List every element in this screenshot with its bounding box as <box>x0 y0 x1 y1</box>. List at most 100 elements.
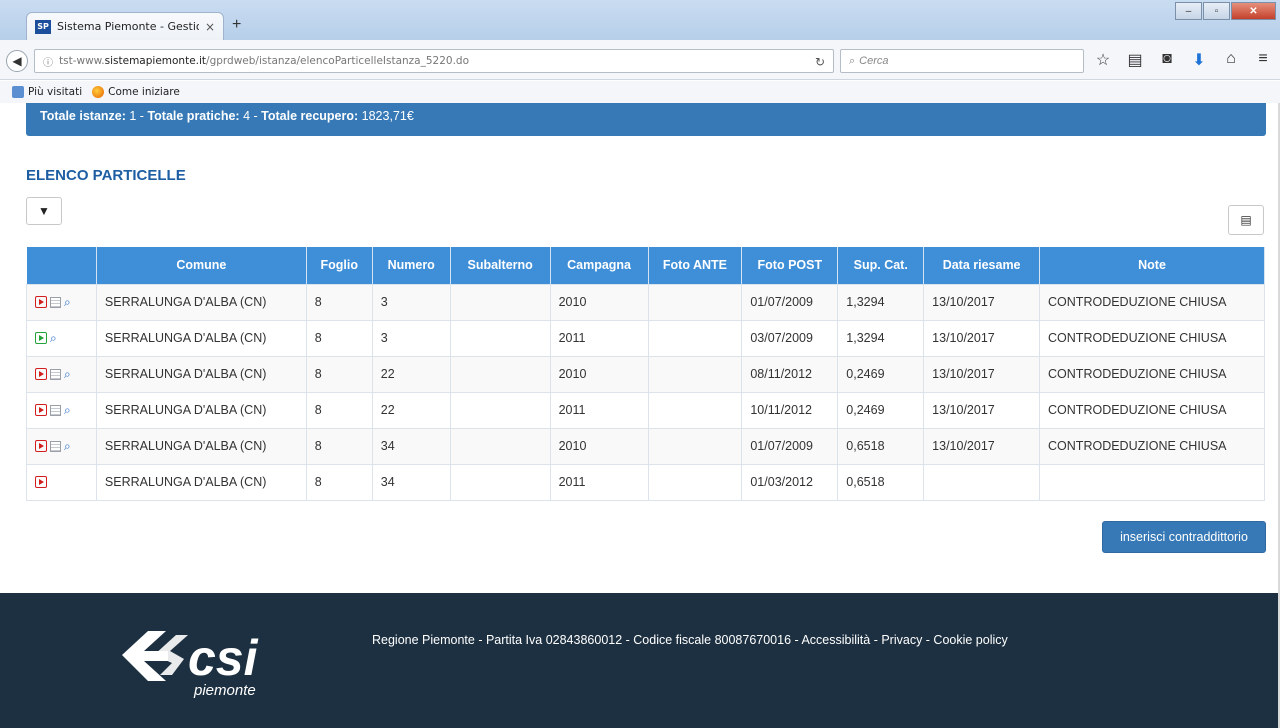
firefox-icon <box>92 86 105 98</box>
column-header[interactable]: Numero <box>372 247 451 284</box>
table-cell: 2010 <box>550 355 649 392</box>
table-cell: 01/07/2009 <box>741 283 839 320</box>
table-cell: 22 <box>372 391 451 428</box>
magnifier-icon[interactable]: ⌕ <box>64 296 71 308</box>
row-actions: ⌕ <box>35 296 88 308</box>
table-row: SERRALUNGA D'ALBA (CN) 8 34 2011 01/03/2012 0… <box>26 463 1265 501</box>
bookmark-piu-visitati[interactable]: Più visitati <box>12 86 82 98</box>
table-cell: 3 <box>372 319 451 356</box>
minimize-button[interactable]: – <box>1175 2 1202 20</box>
table-cell: 3 <box>372 283 451 320</box>
totals-banner: Totale istanze: 1 - Totale pratiche: 4 -… <box>26 103 1266 136</box>
search-input[interactable]: ⌕ Cerca <box>840 49 1084 73</box>
document-icon[interactable] <box>50 440 61 452</box>
open-detail-icon[interactable] <box>35 332 47 344</box>
table-cell: 1,3294 <box>837 319 925 356</box>
open-detail-icon[interactable] <box>35 440 47 452</box>
table-cell: SERRALUNGA D'ALBA (CN) <box>96 319 307 356</box>
tab-close-icon[interactable]: × <box>205 20 215 34</box>
reload-icon[interactable]: ↻ <box>815 55 825 69</box>
table-cell: 8 <box>306 427 373 464</box>
row-actions: ⌕ <box>35 332 88 344</box>
maximize-button[interactable]: ▫ <box>1203 2 1230 20</box>
table-cell: CONTRODEDUZIONE CHIUSA <box>1039 319 1265 356</box>
table-cell: 34 <box>372 427 451 464</box>
column-header[interactable]: Comune <box>96 247 307 284</box>
column-header[interactable]: Note <box>1039 247 1265 284</box>
window-close-button[interactable]: ✕ <box>1231 2 1276 20</box>
browser-tab[interactable]: SP Sistema Piemonte - Gestio... × <box>26 12 224 40</box>
table-cell: SERRALUNGA D'ALBA (CN) <box>96 427 307 464</box>
table-cell: 2011 <box>550 391 649 428</box>
bookmarks-toolbar: Più visitati Come iniziare <box>0 81 1280 103</box>
column-header[interactable]: Foto ANTE <box>648 247 743 284</box>
open-detail-icon[interactable] <box>35 296 47 308</box>
table-cell: 13/10/2017 <box>923 319 1041 356</box>
bookmark-star-icon[interactable]: ☆ <box>1094 50 1112 70</box>
back-button[interactable]: ◀ <box>6 50 28 72</box>
bookmark-come-iniziare[interactable]: Come iniziare <box>92 86 180 98</box>
table-cell <box>450 427 551 464</box>
column-header[interactable]: Campagna <box>550 247 649 284</box>
table-row: ⌕ SERRALUNGA D'ALBA (CN) 8 34 2010 01/07/2009… <box>26 427 1265 464</box>
document-icon[interactable] <box>50 368 61 380</box>
table-cell: 13/10/2017 <box>923 391 1041 428</box>
table-cell <box>450 391 551 428</box>
table-cell <box>450 463 551 501</box>
download-icon[interactable]: ⬇ <box>1190 50 1208 70</box>
table-cell: SERRALUNGA D'ALBA (CN) <box>96 463 307 501</box>
tab-title: Sistema Piemonte - Gestio... <box>57 20 199 33</box>
istanze-label: Totale istanze: <box>40 109 126 123</box>
url-bar[interactable]: ⓘ tst-www. sistemapiemonte.it/gprdweb/ist… <box>34 49 834 73</box>
table-cell <box>648 391 743 428</box>
table-cell: CONTRODEDUZIONE CHIUSA <box>1039 391 1265 428</box>
new-tab-button[interactable]: + <box>232 16 241 34</box>
document-icon[interactable] <box>50 296 61 308</box>
column-header[interactable]: Data riesame <box>923 247 1041 284</box>
column-header[interactable]: Foglio <box>306 247 373 284</box>
columns-toggle-button[interactable]: ▤ <box>1228 205 1264 235</box>
column-header[interactable]: Subalterno <box>450 247 551 284</box>
filter-icon: ▼ <box>38 204 50 218</box>
table-cell: 8 <box>306 391 373 428</box>
open-detail-icon[interactable] <box>35 404 47 416</box>
table-cell: 8 <box>306 319 373 356</box>
row-actions: ⌕ <box>35 404 88 416</box>
row-actions: ⌕ <box>35 368 88 380</box>
insert-contraddittorio-button[interactable]: inserisci contraddittorio <box>1102 521 1266 553</box>
table-cell: 10/11/2012 <box>741 391 839 428</box>
filter-button[interactable]: ▼ <box>26 197 62 225</box>
pocket-icon[interactable]: ◙ <box>1158 50 1176 70</box>
search-icon: ⌕ <box>849 54 856 67</box>
menu-icon[interactable]: ≡ <box>1254 50 1272 70</box>
info-icon[interactable]: ⓘ <box>43 54 53 69</box>
table-cell: SERRALUNGA D'ALBA (CN) <box>96 391 307 428</box>
pratiche-value: 4 - <box>239 109 262 123</box>
open-detail-icon[interactable] <box>35 476 47 488</box>
list-icon: ▤ <box>1240 213 1252 227</box>
table-cell: 08/11/2012 <box>741 355 839 392</box>
table-cell: 2010 <box>550 427 649 464</box>
table-cell: 22 <box>372 355 451 392</box>
document-icon[interactable] <box>50 404 61 416</box>
table-cell: 0,6518 <box>837 427 925 464</box>
magnifier-icon[interactable]: ⌕ <box>64 368 71 380</box>
csi-piemonte-logo: csi piemonte <box>122 630 259 699</box>
row-actions-cell: ⌕ <box>26 427 97 464</box>
page-content: Totale istanze: 1 - Totale pratiche: 4 -… <box>0 103 1280 728</box>
home-icon[interactable]: ⌂ <box>1222 50 1240 70</box>
magnifier-icon[interactable]: ⌕ <box>50 332 57 344</box>
table-cell: 2011 <box>550 463 649 501</box>
column-header[interactable]: Sup. Cat. <box>837 247 925 284</box>
magnifier-icon[interactable]: ⌕ <box>64 404 71 416</box>
open-detail-icon[interactable] <box>35 368 47 380</box>
url-prefix: tst-www. <box>59 55 105 67</box>
table-cell <box>450 283 551 320</box>
column-header[interactable] <box>26 247 97 284</box>
table-cell: 0,6518 <box>837 463 925 501</box>
column-header[interactable]: Foto POST <box>741 247 839 284</box>
bookmark-label: Più visitati <box>28 86 83 98</box>
magnifier-icon[interactable]: ⌕ <box>64 440 71 452</box>
reading-list-icon[interactable]: ▤ <box>1126 50 1144 70</box>
row-actions-cell <box>26 463 97 501</box>
